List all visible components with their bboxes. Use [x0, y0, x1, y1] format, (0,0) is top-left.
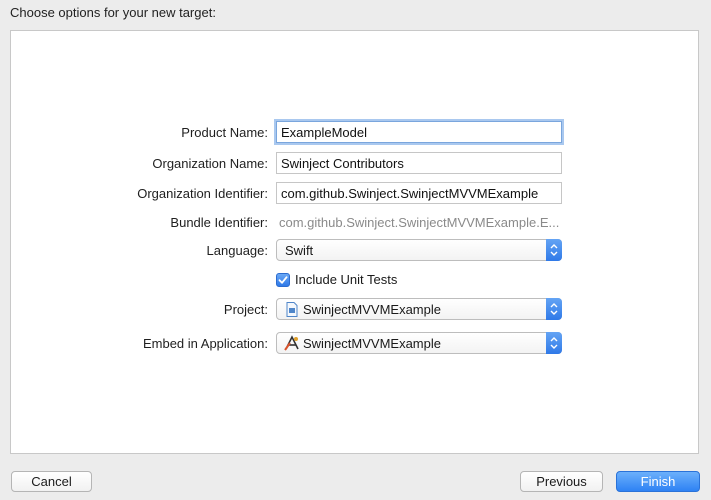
project-label: Project:: [223, 302, 268, 317]
bundle-identifier-value: com.github.Swinject.SwinjectMVVMExample.…: [279, 215, 560, 230]
bundle-identifier-row: Bundle Identifier: com.github.Swinject.S…: [0, 211, 711, 235]
product-name-row: Product Name: ExampleModel: [0, 121, 711, 145]
organization-identifier-value: com.github.Swinject.SwinjectMVVMExample: [281, 186, 539, 201]
embed-in-application-label: Embed in Application:: [142, 336, 268, 351]
product-name-value: ExampleModel: [281, 125, 367, 140]
product-name-input[interactable]: ExampleModel: [276, 121, 562, 143]
organization-name-row: Organization Name: Swinject Contributors: [0, 152, 711, 176]
organization-identifier-label: Organization Identifier:: [137, 186, 268, 201]
dialog-title: Choose options for your new target:: [10, 5, 216, 20]
chevron-updown-icon: [546, 239, 562, 261]
chevron-updown-icon: [546, 332, 562, 354]
app-icon: [284, 335, 300, 351]
chevron-updown-icon: [546, 298, 562, 320]
project-value: SwinjectMVVMExample: [303, 302, 441, 317]
embed-in-application-popup[interactable]: SwinjectMVVMExample: [276, 332, 562, 354]
organization-identifier-input[interactable]: com.github.Swinject.SwinjectMVVMExample: [276, 182, 562, 204]
previous-button[interactable]: Previous: [520, 471, 603, 492]
include-unit-tests-label: Include Unit Tests: [295, 272, 398, 287]
finish-button[interactable]: Finish: [616, 471, 700, 492]
embed-in-application-row: Embed in Application: SwinjectMVVMExampl…: [0, 332, 711, 356]
language-popup[interactable]: Swift: [276, 239, 562, 261]
project-file-icon: [286, 302, 298, 317]
cancel-button[interactable]: Cancel: [11, 471, 92, 492]
organization-identifier-row: Organization Identifier: com.github.Swin…: [0, 182, 711, 206]
project-row: Project: SwinjectMVVMExample: [0, 298, 711, 322]
language-label: Language:: [206, 243, 268, 258]
organization-name-input[interactable]: Swinject Contributors: [276, 152, 562, 174]
include-unit-tests-checkbox[interactable]: [276, 273, 290, 287]
language-value: Swift: [285, 243, 314, 258]
bundle-identifier-label: Bundle Identifier:: [170, 215, 268, 230]
embed-in-application-value: SwinjectMVVMExample: [303, 336, 441, 351]
checkmark-icon: [278, 276, 288, 284]
project-popup[interactable]: SwinjectMVVMExample: [276, 298, 562, 320]
product-name-label: Product Name:: [181, 125, 268, 140]
organization-name-value: Swinject Contributors: [281, 156, 404, 171]
language-row: Language: Swift: [0, 239, 711, 263]
organization-name-label: Organization Name:: [152, 156, 268, 171]
